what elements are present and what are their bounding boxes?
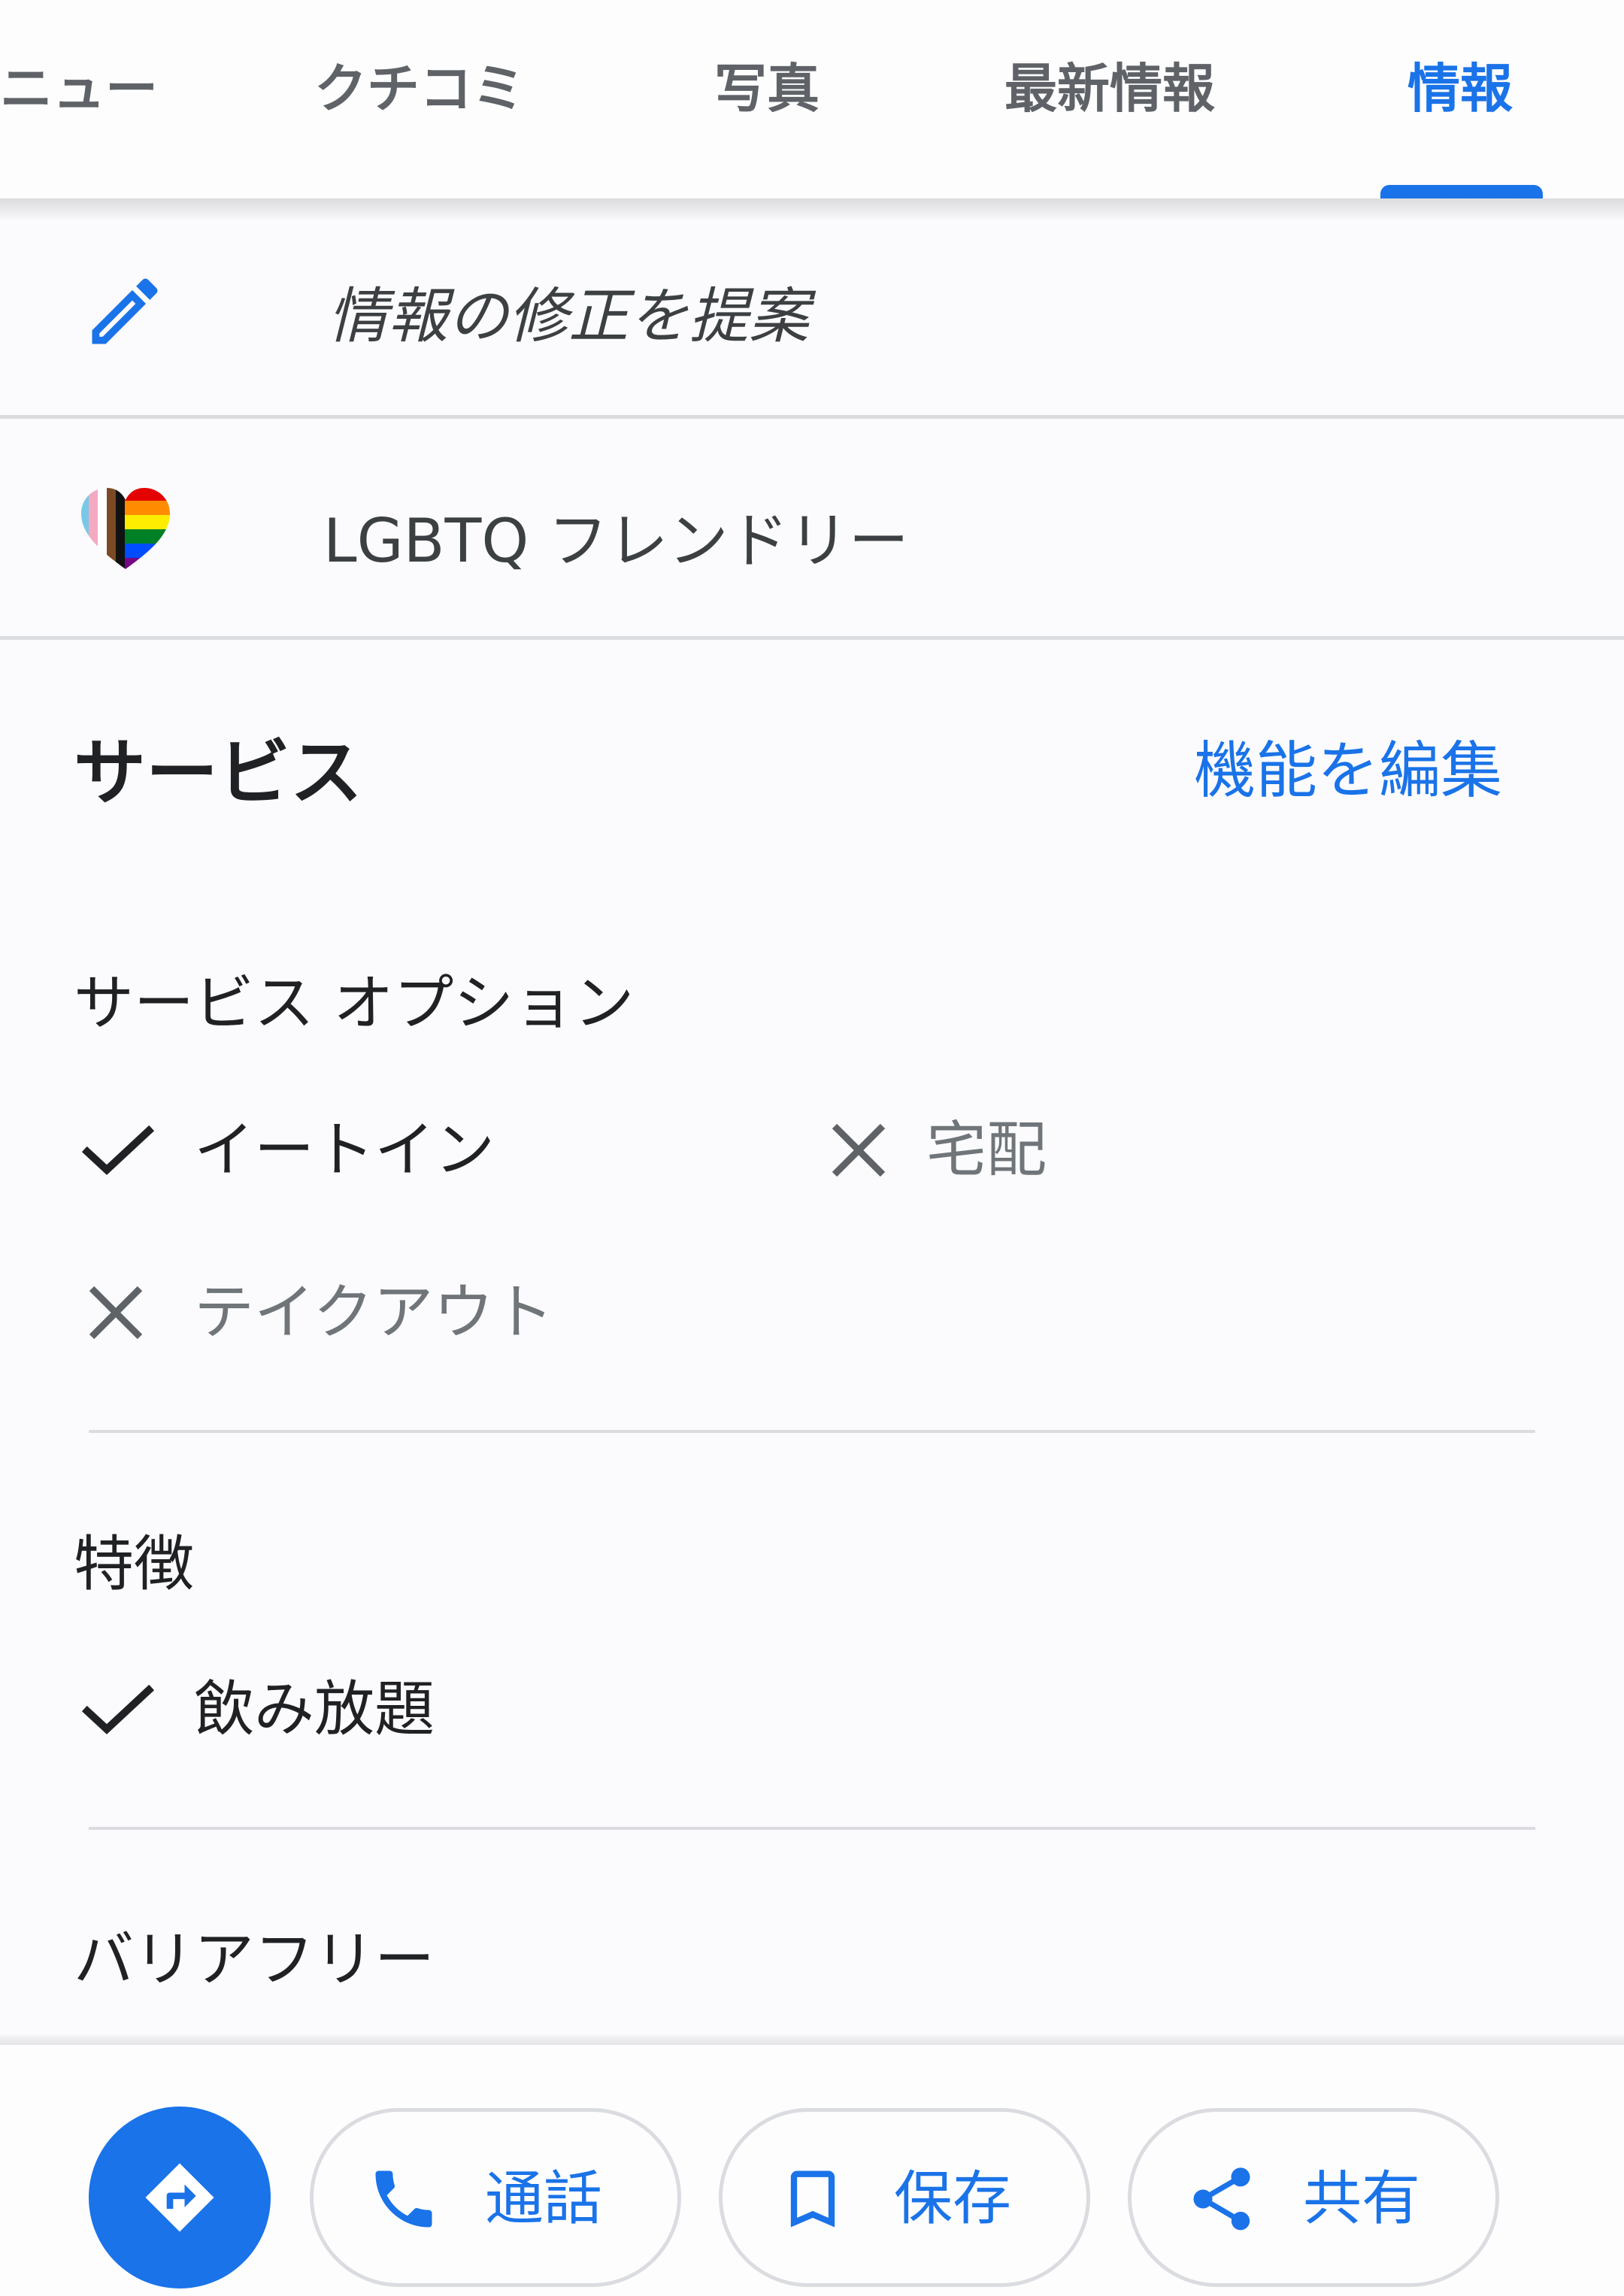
divider [89,1430,1535,1433]
attribute-label: 飲み放題 [194,1674,435,1744]
attribute-label: 宅配 [926,1115,1047,1185]
lgbtq-friendly-row: LGBTQ フレンドリー [0,419,1624,637]
pride-heart-icon [81,488,170,569]
share-button[interactable]: 共有 [1128,2108,1499,2287]
attribute-label: テイクアウト [194,1277,554,1347]
call-label: 通話 [485,2165,603,2233]
check-icon [81,1684,155,1734]
features-heading: 特徴 [74,1529,194,1599]
tab-updates[interactable]: 最新情報 [1004,51,1215,126]
pencil-icon [92,278,158,344]
tab-menu[interactable]: ニュー [0,51,158,126]
suggest-edit-label: 情報の修正を提案 [328,281,809,351]
call-button[interactable]: 通話 [310,2108,681,2287]
tab-bar: ニュー クチコミ 写真 最新情報 情報 [0,0,1624,200]
place-info-page: ニュー クチコミ 写真 最新情報 情報 情報の修正を提案 LGBTQ フレンドリ… [0,0,1624,2296]
share-icon [1193,2167,1250,2231]
tab-about[interactable]: 情報 [1407,51,1513,126]
cross-icon [832,1123,886,1177]
directions-icon [145,2163,214,2232]
phone-icon [375,2170,432,2228]
active-tab-indicator [1380,185,1543,200]
save-button[interactable]: 保存 [719,2108,1090,2287]
services-title: サービス [74,731,362,815]
directions-button[interactable] [89,2107,271,2288]
accessibility-heading: バリアフリー [74,1925,435,1995]
suggest-edit-row[interactable]: 情報の修正を提案 [0,220,1624,416]
attribute-label: イートイン [194,1115,495,1185]
service-options-heading: サービス オプション [74,968,635,1038]
divider [89,1827,1535,1830]
edit-features-link[interactable]: 機能を編集 [1194,720,1502,810]
tab-photos[interactable]: 写真 [714,51,820,126]
tab-reviews[interactable]: クチコミ [314,51,525,126]
check-icon [81,1125,155,1175]
save-label: 保存 [894,2165,1012,2233]
bookmark-icon [790,2170,835,2228]
share-label: 共有 [1303,2165,1421,2233]
divider [0,636,1624,640]
tab-bar-shadow [0,198,1624,220]
cross-icon [89,1286,143,1340]
lgbtq-friendly-label: LGBTQ フレンドリー [323,506,909,576]
